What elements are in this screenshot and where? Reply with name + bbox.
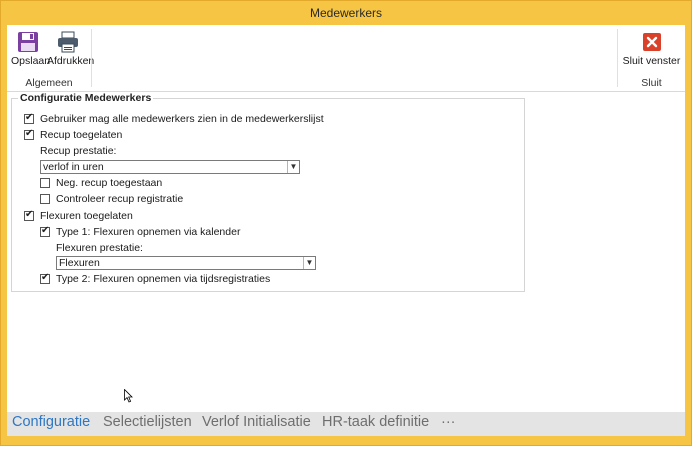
configuration-panel: Configuratie Medewerkers Gebruiker mag a… bbox=[7, 92, 685, 412]
controleer-recup-checkbox-row[interactable]: Controleer recup registratie bbox=[40, 193, 183, 205]
flexuren-prestatie-label: Flexuren prestatie: bbox=[56, 242, 143, 254]
close-window-icon bbox=[642, 33, 661, 51]
type2-label: Type 2: Flexuren opnemen via tijdsregist… bbox=[56, 273, 271, 285]
ribbon-group-label-algemeen: Algemeen bbox=[25, 77, 73, 89]
flexuren-checkbox-row[interactable]: Flexuren toegelaten bbox=[24, 209, 133, 222]
controleer-recup-checkbox[interactable] bbox=[40, 194, 50, 204]
tab-hr-taak-definitie[interactable]: HR-taak definitie bbox=[322, 414, 429, 430]
application-window: Medewerkers Opslaan Afdrukken Algemeen S… bbox=[0, 0, 692, 446]
flexuren-prestatie-select[interactable]: Flexuren ▼ bbox=[56, 256, 316, 270]
ribbon-group-algemeen: Opslaan Afdrukken Algemeen bbox=[7, 25, 94, 91]
flexuren-prestatie-value: Flexuren bbox=[59, 257, 100, 269]
ribbon-group-sluit: Sluit venster Sluit bbox=[618, 25, 685, 91]
tab-verlof-initialisatie[interactable]: Verlof Initialisatie bbox=[202, 414, 311, 430]
print-button[interactable]: Afdrukken bbox=[47, 31, 94, 67]
tab-more[interactable]: ··· bbox=[441, 414, 456, 430]
type1-checkbox[interactable] bbox=[40, 225, 50, 237]
flexuren-label: Flexuren toegelaten bbox=[40, 210, 133, 222]
recup-label: Recup toegelaten bbox=[40, 129, 123, 141]
floppy-disk-icon bbox=[18, 32, 38, 52]
recup-checkbox-row[interactable]: Recup toegelaten bbox=[24, 128, 123, 141]
window-title: Medewerkers bbox=[309, 6, 383, 20]
ribbon-toolbar: Opslaan Afdrukken Algemeen Sluit venster… bbox=[7, 25, 685, 92]
controleer-recup-label: Controleer recup registratie bbox=[56, 193, 184, 205]
bottom-tab-bar: Configuratie Selectielijsten Verlof Init… bbox=[7, 412, 685, 436]
save-button-label: Opslaan bbox=[11, 55, 51, 67]
chevron-down-icon[interactable]: ▼ bbox=[287, 161, 299, 173]
tab-configuratie[interactable]: Configuratie bbox=[12, 414, 90, 430]
close-window-label: Sluit venster bbox=[622, 55, 681, 67]
recup-prestatie-value: verlof in uren bbox=[43, 161, 104, 173]
tab-selectielijsten[interactable]: Selectielijsten bbox=[103, 414, 192, 430]
see-all-label: Gebruiker mag alle medewerkers zien in d… bbox=[40, 113, 324, 125]
config-legend: Configuratie Medewerkers bbox=[18, 92, 154, 104]
chevron-down-icon[interactable]: ▼ bbox=[303, 257, 315, 269]
printer-icon bbox=[58, 31, 78, 53]
print-button-label: Afdrukken bbox=[47, 55, 95, 67]
save-button[interactable]: Opslaan bbox=[11, 31, 50, 67]
neg-recup-checkbox-row[interactable]: Neg. recup toegestaan bbox=[40, 177, 162, 189]
close-window-button[interactable]: Sluit venster bbox=[620, 31, 683, 67]
flexuren-checkbox[interactable] bbox=[24, 209, 34, 221]
mouse-pointer-icon bbox=[124, 389, 133, 403]
neg-recup-checkbox[interactable] bbox=[40, 178, 50, 188]
ribbon-separator bbox=[91, 29, 92, 87]
type2-checkbox[interactable] bbox=[40, 272, 50, 284]
ribbon-group-label-sluit: Sluit bbox=[641, 77, 662, 89]
see-all-checkbox-row[interactable]: Gebruiker mag alle medewerkers zien in d… bbox=[24, 112, 324, 125]
neg-recup-label: Neg. recup toegestaan bbox=[56, 177, 163, 189]
config-fieldset: Configuratie Medewerkers Gebruiker mag a… bbox=[11, 92, 525, 292]
type1-checkbox-row[interactable]: Type 1: Flexuren opnemen via kalender bbox=[40, 225, 241, 238]
type1-label: Type 1: Flexuren opnemen via kalender bbox=[56, 226, 241, 238]
recup-checkbox[interactable] bbox=[24, 128, 34, 140]
type2-checkbox-row[interactable]: Type 2: Flexuren opnemen via tijdsregist… bbox=[40, 272, 271, 285]
recup-prestatie-label: Recup prestatie: bbox=[40, 145, 117, 157]
recup-prestatie-select[interactable]: verlof in uren ▼ bbox=[40, 160, 300, 174]
see-all-checkbox[interactable] bbox=[24, 112, 34, 124]
